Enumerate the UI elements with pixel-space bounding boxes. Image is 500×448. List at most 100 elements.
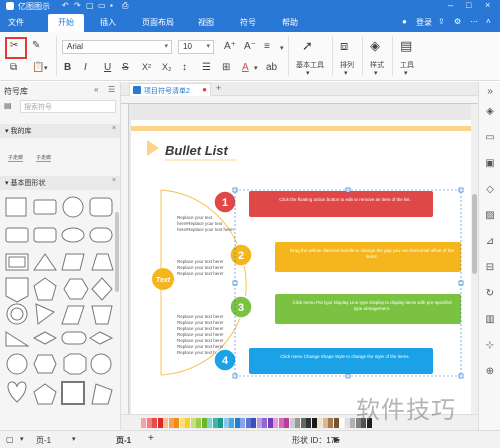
tab-symbols[interactable]: 符号: [240, 17, 256, 28]
tab-help[interactable]: 帮助: [282, 17, 298, 28]
more-icon[interactable]: ⋯: [470, 17, 478, 26]
font-color-dropdown-icon[interactable]: ▾: [254, 64, 258, 72]
color-swatch[interactable]: [262, 418, 267, 428]
color-swatch[interactable]: [212, 418, 218, 428]
drawing-page[interactable]: Bullet List Text Replace your text here!…: [131, 120, 471, 414]
library-item[interactable]: 子走廊: [8, 154, 24, 162]
close-section-icon[interactable]: ×: [112, 125, 116, 132]
add-page-button[interactable]: +: [148, 433, 154, 444]
redo-icon[interactable]: ↷: [74, 1, 81, 10]
font-color-icon[interactable]: A: [242, 62, 249, 73]
basic-tools-dropdown-icon[interactable]: ▾: [306, 69, 310, 77]
align-dropdown-icon[interactable]: ▾: [280, 44, 284, 52]
color-swatch[interactable]: [344, 418, 350, 428]
color-swatch[interactable]: [295, 418, 300, 428]
color-swatch[interactable]: [141, 418, 146, 428]
print-icon[interactable]: ⎙: [122, 1, 128, 11]
page-list-icon[interactable]: ▢: [6, 435, 14, 444]
login-link[interactable]: 登录: [416, 17, 432, 28]
color-swatch[interactable]: [278, 418, 284, 428]
undo-icon[interactable]: ↶: [62, 1, 69, 10]
pointer-icon[interactable]: ➚: [302, 38, 313, 54]
color-swatch[interactable]: [157, 418, 163, 428]
strikethrough-icon[interactable]: S: [122, 62, 129, 73]
scrollbar-thumb[interactable]: [472, 194, 477, 274]
arrange-dropdown-icon[interactable]: ▾: [344, 69, 348, 77]
text-box-icon[interactable]: ⊞: [222, 62, 230, 73]
color-swatch[interactable]: [317, 418, 322, 428]
tab-page-layout[interactable]: 页面布局: [142, 17, 174, 28]
tab-insert[interactable]: 插入: [100, 17, 116, 28]
share-icon[interactable]: ⇪: [438, 17, 445, 26]
italic-icon[interactable]: I: [84, 62, 87, 73]
side-text-1[interactable]: Replace your text here!Replace your text…: [177, 215, 235, 233]
library-item[interactable]: 子走廊: [36, 154, 52, 162]
collapse-panel-icon[interactable]: «: [94, 85, 98, 94]
canvas-area[interactable]: Bullet List Text Replace your text here!…: [121, 96, 478, 414]
panel-menu-icon[interactable]: ☰: [108, 85, 115, 94]
color-swatch[interactable]: [256, 418, 262, 428]
underline-icon[interactable]: U: [104, 62, 111, 73]
font-size-select[interactable]: 10 ▾: [178, 40, 214, 54]
tools-icon[interactable]: ▤: [400, 38, 412, 54]
basic-shapes-header[interactable]: ▾ 基本图形状 ×: [0, 176, 120, 190]
color-swatch[interactable]: [223, 418, 229, 428]
user-icon[interactable]: ●: [402, 17, 407, 26]
color-swatch[interactable]: [273, 418, 278, 428]
new-file-icon[interactable]: ▢: [86, 1, 94, 10]
side-text-2[interactable]: Replace your text here! Replace your tex…: [177, 259, 235, 277]
color-swatch[interactable]: [201, 418, 207, 428]
page-setup-icon[interactable]: ▥: [484, 314, 496, 326]
tools-dropdown-icon[interactable]: ▾: [404, 69, 408, 77]
subscript-icon[interactable]: X₂: [162, 62, 172, 72]
color-swatch[interactable]: [300, 418, 306, 428]
bullet-item-text[interactable]: Drag the yellow diamond handle to change…: [289, 248, 455, 260]
shape-grid[interactable]: [0, 192, 116, 430]
diagram-title[interactable]: Bullet List: [165, 143, 229, 158]
color-swatch[interactable]: [322, 418, 328, 428]
increase-font-icon[interactable]: A⁺: [224, 41, 236, 52]
document-tab[interactable]: 项目符号清单2 ●: [129, 83, 211, 96]
search-input[interactable]: 搜索符号: [20, 100, 116, 113]
page-tab[interactable]: 页-1: [116, 435, 131, 446]
network-icon[interactable]: ⊹: [484, 340, 496, 352]
color-swatch[interactable]: [284, 418, 289, 428]
navigator-icon[interactable]: ⊕: [484, 366, 496, 378]
color-swatch[interactable]: [146, 418, 152, 428]
save-icon[interactable]: ▪: [110, 1, 113, 10]
add-tab-icon[interactable]: +: [216, 83, 221, 93]
close-icon[interactable]: ×: [485, 0, 490, 10]
minimize-icon[interactable]: –: [448, 0, 453, 10]
decrease-font-icon[interactable]: A⁻: [244, 41, 256, 52]
color-swatch[interactable]: [251, 418, 256, 428]
color-swatch[interactable]: [339, 418, 344, 428]
page-selector[interactable]: 页-1: [36, 435, 51, 446]
bold-icon[interactable]: B: [64, 62, 71, 73]
basic-tools-label[interactable]: 基本工具: [296, 60, 324, 70]
paste-icon[interactable]: 📋: [32, 62, 44, 73]
bullet-item-text[interactable]: Click menu Change Shape Style to change …: [263, 354, 427, 360]
bullet-item-text[interactable]: Click menu Put type Display Line type Di…: [289, 300, 455, 312]
library-icon[interactable]: ▤: [4, 101, 12, 110]
highlight-icon[interactable]: ab: [266, 62, 277, 73]
color-swatch[interactable]: [207, 418, 212, 428]
collapse-ribbon-icon[interactable]: ˄: [486, 17, 491, 26]
align-icon[interactable]: ≡: [264, 41, 270, 52]
color-swatch[interactable]: [163, 418, 168, 428]
color-swatch[interactable]: [218, 418, 223, 428]
bullet-items[interactable]: Click the floating action button to edit…: [213, 187, 464, 379]
style-fill-icon[interactable]: ◈: [370, 38, 380, 54]
history-icon[interactable]: ↻: [484, 288, 496, 300]
page-dropdown-icon[interactable]: ▾: [72, 435, 76, 443]
bullets-icon[interactable]: ☰: [202, 62, 211, 73]
line-spacing-icon[interactable]: ↕: [182, 62, 187, 73]
shadow-icon[interactable]: ▣: [484, 158, 496, 170]
color-swatch[interactable]: [328, 418, 333, 428]
color-swatch[interactable]: [234, 418, 240, 428]
protect-icon[interactable]: ⊟: [484, 262, 496, 274]
color-swatch[interactable]: [306, 418, 311, 428]
arrange-icon[interactable]: ⧈: [340, 38, 348, 54]
image-icon[interactable]: ▨: [484, 210, 496, 222]
tab-view[interactable]: 视图: [198, 17, 214, 28]
color-swatch[interactable]: [289, 418, 295, 428]
